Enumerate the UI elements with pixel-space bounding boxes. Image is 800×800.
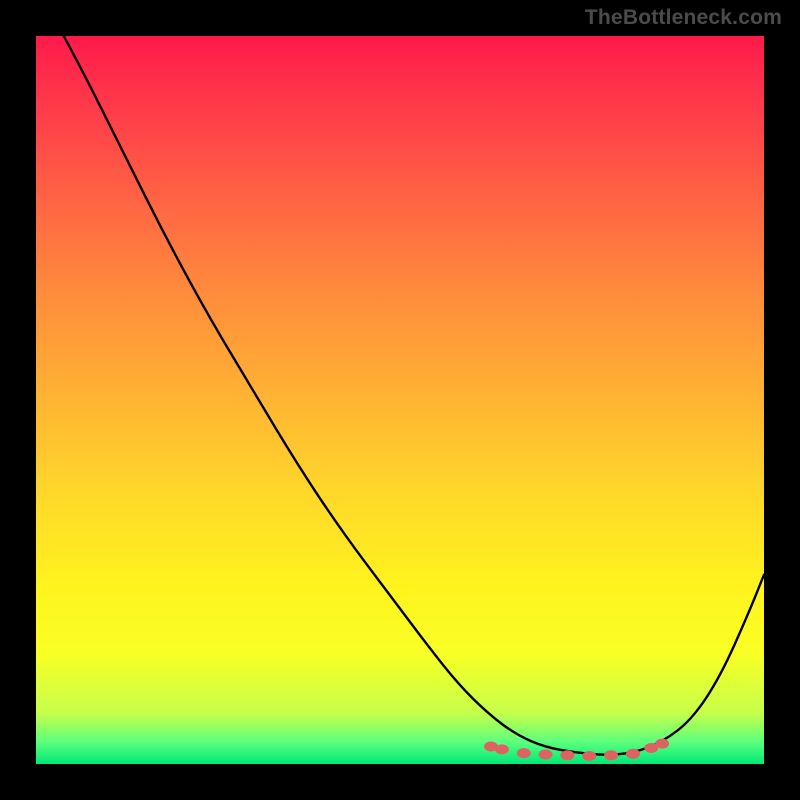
plot-area <box>36 36 764 764</box>
watermark-text: TheBottleneck.com <box>585 6 782 30</box>
trough-point-3 <box>539 750 553 760</box>
trough-point-5 <box>582 751 596 761</box>
trough-point-1 <box>495 744 509 754</box>
trough-point-2 <box>517 748 531 758</box>
curve-svg <box>36 36 764 764</box>
trough-point-6 <box>604 750 618 760</box>
bottleneck-curve <box>36 0 764 755</box>
trough-point-9 <box>655 739 669 749</box>
chart-frame: TheBottleneck.com <box>0 0 800 800</box>
trough-point-4 <box>560 750 574 760</box>
trough-point-7 <box>626 749 640 759</box>
